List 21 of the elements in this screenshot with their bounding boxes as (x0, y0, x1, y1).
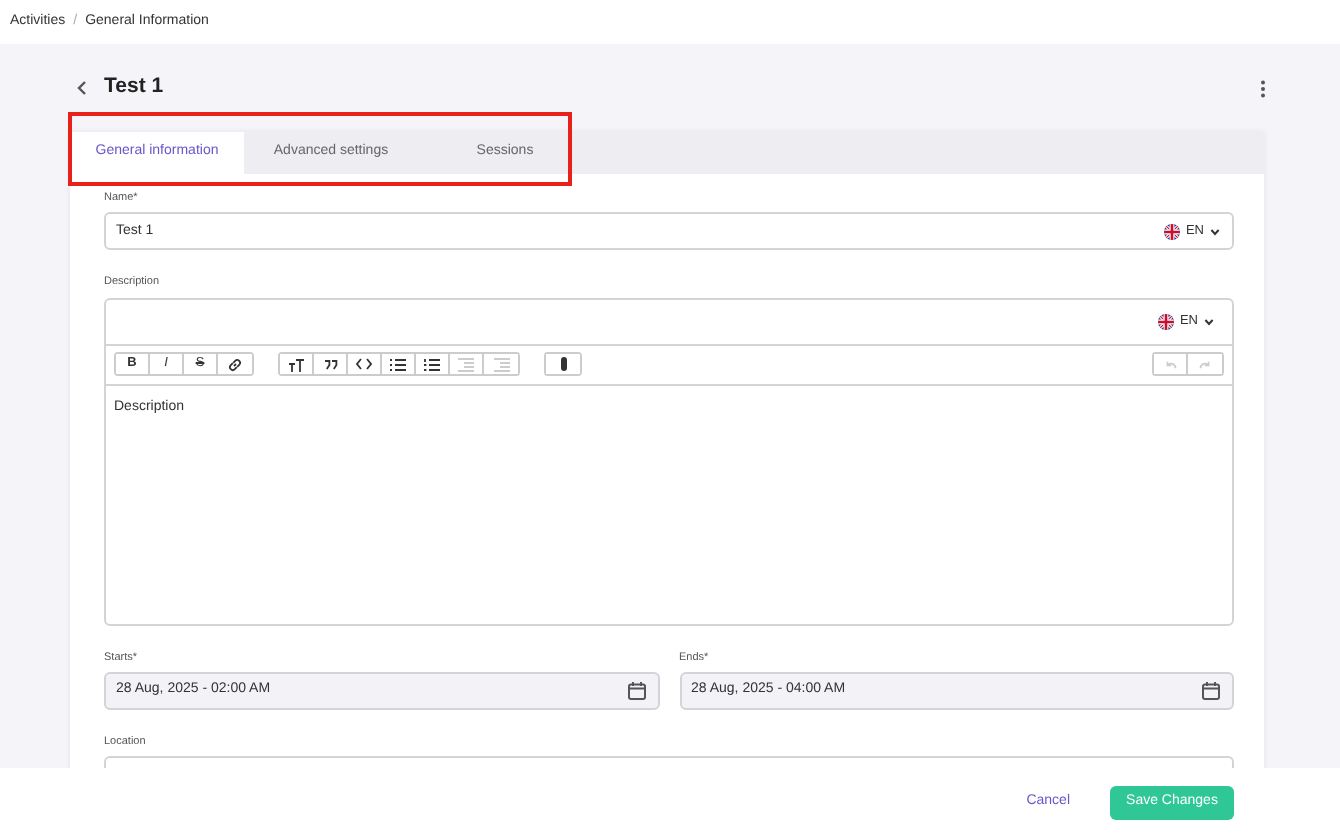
attachment-button[interactable] (546, 354, 580, 374)
back-icon[interactable] (76, 80, 88, 96)
undo-icon (1163, 359, 1177, 369)
indent-icon (493, 357, 509, 371)
calendar-icon[interactable] (1202, 681, 1220, 700)
flag-icon (1163, 223, 1180, 240)
more-options-icon[interactable] (1260, 79, 1266, 97)
calendar-icon[interactable] (627, 681, 645, 700)
numbered-list-icon (424, 357, 440, 371)
caret-icon (1204, 317, 1214, 325)
outdent-icon (458, 357, 474, 371)
caret-icon (1210, 227, 1220, 236)
code-icon (356, 358, 372, 370)
quote-icon (323, 359, 337, 369)
text-size-icon (288, 357, 304, 371)
page-title: Test 1 (104, 72, 164, 103)
flag-icon (1157, 313, 1174, 329)
text-size-button[interactable] (280, 354, 314, 374)
bullet-list-icon (390, 357, 406, 371)
link-icon (228, 357, 242, 371)
redo-icon (1198, 359, 1212, 369)
